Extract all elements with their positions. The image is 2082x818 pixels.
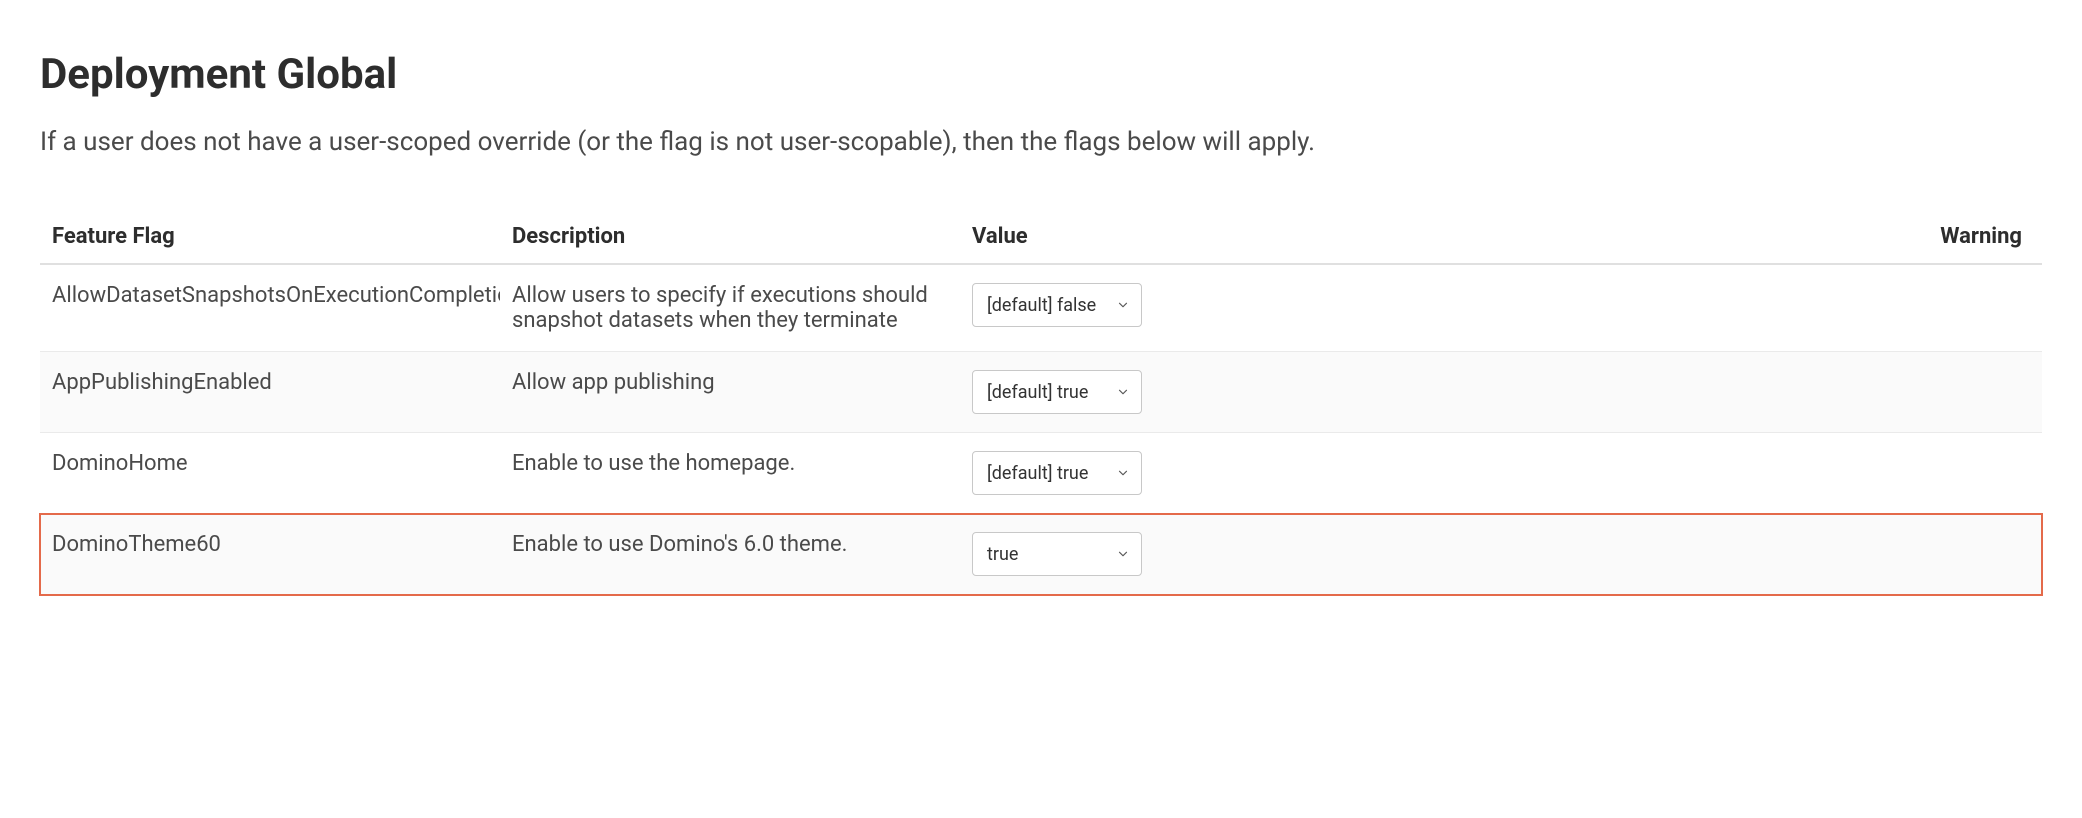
column-header-value: Value — [960, 210, 1420, 264]
cell-value: [default] true — [960, 433, 1420, 514]
page-description: If a user does not have a user-scoped ov… — [40, 123, 1490, 162]
cell-feature-flag: AppPublishingEnabled — [40, 352, 500, 433]
value-select[interactable]: true — [972, 532, 1142, 576]
cell-description: Allow app publishing — [500, 352, 960, 433]
cell-description: Allow users to specify if executions sho… — [500, 264, 960, 352]
value-select-display[interactable]: [default] true — [972, 370, 1142, 414]
cell-feature-flag: AllowDatasetSnapshotsOnExecutionCompleti… — [40, 264, 500, 352]
cell-warning — [1420, 433, 2042, 514]
cell-description: Enable to use the homepage. — [500, 433, 960, 514]
table-row: AllowDatasetSnapshotsOnExecutionCompleti… — [40, 264, 2042, 352]
cell-warning — [1420, 352, 2042, 433]
table-row: AppPublishingEnabledAllow app publishing… — [40, 352, 2042, 433]
column-header-description: Description — [500, 210, 960, 264]
cell-warning — [1420, 514, 2042, 595]
cell-value: [default] false — [960, 264, 1420, 352]
feature-flags-table: Feature Flag Description Value Warning A… — [40, 210, 2042, 595]
table-row: DominoTheme60Enable to use Domino's 6.0 … — [40, 514, 2042, 595]
cell-feature-flag: DominoTheme60 — [40, 514, 500, 595]
page-title: Deployment Global — [40, 50, 2042, 99]
column-header-warning: Warning — [1420, 210, 2042, 264]
cell-description: Enable to use Domino's 6.0 theme. — [500, 514, 960, 595]
cell-feature-flag: DominoHome — [40, 433, 500, 514]
column-header-flag: Feature Flag — [40, 210, 500, 264]
cell-value: [default] true — [960, 352, 1420, 433]
value-select[interactable]: [default] false — [972, 283, 1142, 327]
value-select[interactable]: [default] true — [972, 451, 1142, 495]
value-select-display[interactable]: [default] false — [972, 283, 1142, 327]
value-select-display[interactable]: true — [972, 532, 1142, 576]
value-select-display[interactable]: [default] true — [972, 451, 1142, 495]
table-row: DominoHomeEnable to use the homepage. [de… — [40, 433, 2042, 514]
cell-value: true — [960, 514, 1420, 595]
cell-warning — [1420, 264, 2042, 352]
table-header-row: Feature Flag Description Value Warning — [40, 210, 2042, 264]
value-select[interactable]: [default] true — [972, 370, 1142, 414]
